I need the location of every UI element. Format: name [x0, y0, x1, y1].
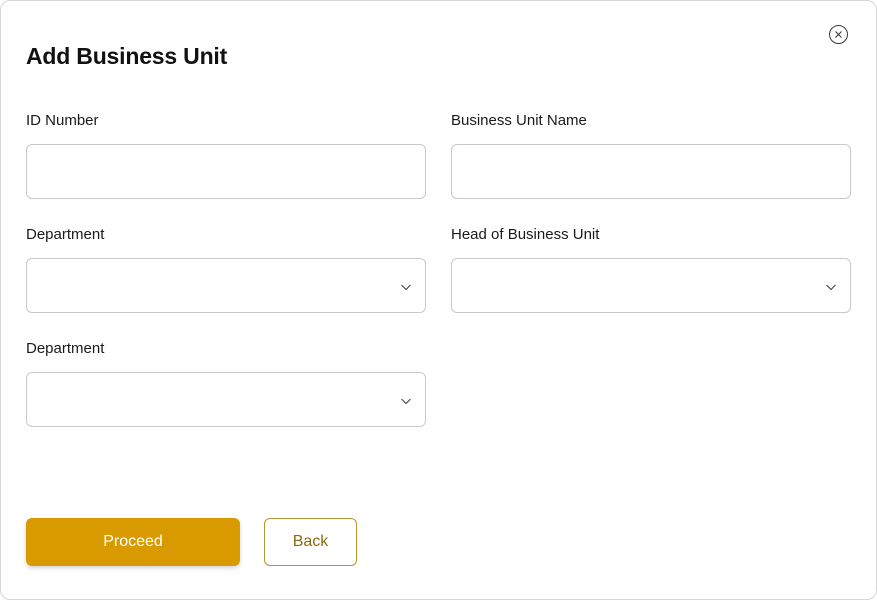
chevron-down-icon — [401, 398, 411, 405]
department-select[interactable] — [26, 258, 426, 313]
close-icon — [835, 31, 842, 38]
proceed-button[interactable]: Proceed — [26, 518, 240, 566]
head-of-business-unit-select[interactable] — [451, 258, 851, 313]
department-label-2: Department — [26, 340, 105, 357]
id-number-field-wrapper — [26, 144, 426, 199]
dialog-title: Add Business Unit — [26, 43, 228, 69]
department-label: Department — [26, 226, 105, 243]
chevron-down-icon — [826, 284, 836, 291]
close-button[interactable] — [829, 25, 848, 44]
back-button[interactable]: Back — [264, 518, 357, 566]
business-unit-name-input[interactable] — [452, 145, 850, 198]
id-number-label: ID Number — [26, 112, 99, 129]
department-select-2[interactable] — [26, 372, 426, 427]
chevron-down-icon — [401, 284, 411, 291]
business-unit-name-field-wrapper — [451, 144, 851, 199]
business-unit-name-label: Business Unit Name — [451, 112, 587, 129]
head-of-business-unit-label: Head of Business Unit — [451, 226, 600, 243]
id-number-input[interactable] — [27, 145, 425, 198]
add-business-unit-dialog: Add Business Unit ID Number Business Uni… — [0, 0, 877, 600]
